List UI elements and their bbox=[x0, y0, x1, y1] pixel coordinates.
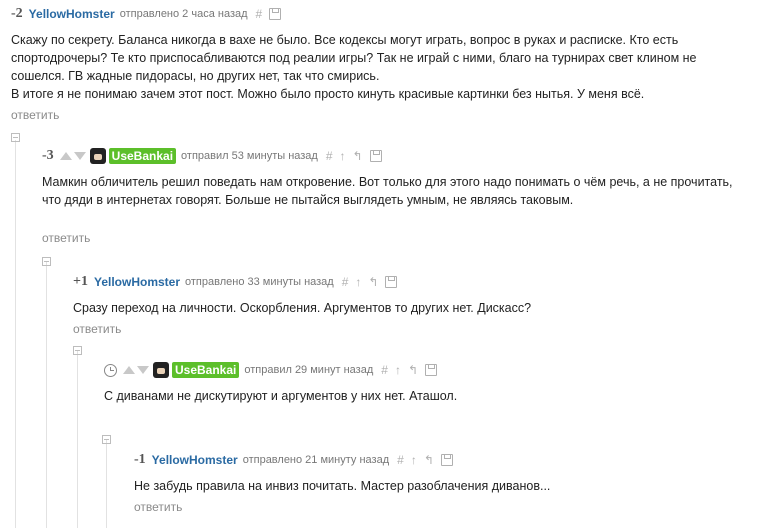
comment-rating: +1 bbox=[73, 274, 88, 289]
permalink-icon[interactable]: # bbox=[381, 363, 388, 377]
comment-body: Мамкин обличитель решил поведать нам отк… bbox=[42, 173, 764, 209]
comment-header: -3 UseBankai отправил 53 минуты назад # … bbox=[42, 146, 764, 166]
reply-link[interactable]: ответить bbox=[134, 500, 754, 514]
comment-line: Скажу по секрету. Баланса никогда в вахе… bbox=[11, 33, 679, 47]
comment-header: -1 YellowHomster отправлено 21 минуту на… bbox=[134, 450, 754, 470]
collapse-toggle[interactable] bbox=[73, 346, 82, 355]
parent-link-icon[interactable]: ↰ bbox=[424, 453, 434, 467]
reply-link[interactable]: ответить bbox=[11, 108, 761, 122]
comment-timestamp: отправлено 2 часа назад bbox=[119, 8, 248, 20]
parent-link-icon[interactable]: ↰ bbox=[368, 275, 378, 289]
comment-line: спортодрочеры? Те кто приспосабливаются … bbox=[11, 51, 697, 65]
comment-timestamp: отправил 53 минуты назад bbox=[181, 150, 318, 162]
save-icon[interactable] bbox=[385, 276, 398, 288]
thread-line bbox=[15, 140, 16, 528]
comment-timestamp: отправлено 21 минуту назад bbox=[242, 454, 390, 466]
comment-rating: -1 bbox=[134, 452, 146, 467]
up-arrow-icon[interactable]: ↑ bbox=[355, 275, 361, 289]
save-icon[interactable] bbox=[269, 8, 282, 20]
upvote-icon[interactable] bbox=[123, 366, 135, 374]
comment-line: Не забудь правила на инвиз почитать. Мас… bbox=[134, 479, 551, 493]
username[interactable]: YellowHomster bbox=[152, 453, 238, 467]
comment-line: сошелся. ГВ жадные пидорасы, но других н… bbox=[11, 69, 380, 83]
username[interactable]: YellowHomster bbox=[94, 275, 180, 289]
downvote-icon[interactable] bbox=[137, 366, 149, 374]
username[interactable]: UseBankai bbox=[108, 148, 177, 164]
clock-icon bbox=[104, 363, 117, 377]
permalink-icon[interactable]: # bbox=[397, 453, 404, 467]
comment: +1 YellowHomster отправлено 33 минуты на… bbox=[73, 272, 753, 336]
comment-rating: -3 bbox=[42, 148, 54, 163]
comment-header: +1 YellowHomster отправлено 33 минуты на… bbox=[73, 272, 753, 292]
avatar[interactable] bbox=[153, 362, 169, 378]
comment-header: UseBankai отправил 29 минут назад # ↑ ↰ bbox=[104, 360, 754, 380]
username[interactable]: YellowHomster bbox=[29, 7, 115, 21]
comment-header: -2 YellowHomster отправлено 2 часа назад… bbox=[11, 4, 761, 24]
thread-line bbox=[77, 350, 78, 528]
permalink-icon[interactable]: # bbox=[342, 275, 349, 289]
parent-link-icon[interactable]: ↰ bbox=[353, 149, 363, 163]
comment: -2 YellowHomster отправлено 2 часа назад… bbox=[11, 4, 761, 122]
comment-line: В итоге я не понимаю зачем этот пост. Мо… bbox=[11, 87, 645, 101]
up-arrow-icon[interactable]: ↑ bbox=[340, 149, 346, 163]
comment: -1 YellowHomster отправлено 21 минуту на… bbox=[134, 450, 754, 514]
avatar[interactable] bbox=[89, 148, 106, 164]
upvote-icon[interactable] bbox=[59, 152, 72, 160]
collapse-toggle[interactable] bbox=[11, 133, 20, 142]
collapse-toggle[interactable] bbox=[102, 435, 111, 444]
parent-link-icon[interactable]: ↰ bbox=[408, 363, 418, 377]
collapse-toggle[interactable] bbox=[42, 257, 51, 266]
comment: -3 UseBankai отправил 53 минуты назад # … bbox=[42, 146, 764, 245]
vote-buttons bbox=[59, 152, 86, 160]
comment-body: Сразу переход на личности. Оскорбления. … bbox=[73, 299, 753, 317]
thread-line bbox=[46, 262, 47, 528]
vote-buttons bbox=[123, 366, 149, 374]
comment-timestamp: отправил 29 минут назад bbox=[244, 364, 374, 376]
thread-line bbox=[106, 440, 107, 528]
comment-body: Скажу по секрету. Баланса никогда в вахе… bbox=[11, 31, 761, 103]
permalink-icon[interactable]: # bbox=[256, 7, 263, 21]
comment-line: Мамкин обличитель решил поведать нам отк… bbox=[42, 175, 733, 189]
comment-body: С диванами не дискутируют и аргументов у… bbox=[104, 387, 754, 405]
comment: UseBankai отправил 29 минут назад # ↑ ↰ … bbox=[104, 360, 754, 405]
save-icon[interactable] bbox=[369, 150, 382, 162]
comment-body: Не забудь правила на инвиз почитать. Мас… bbox=[134, 477, 754, 495]
comment-timestamp: отправлено 33 минуты назад bbox=[185, 276, 334, 288]
username[interactable]: UseBankai bbox=[172, 362, 240, 378]
comment-line: что дяди в интернетах говорят. Больше не… bbox=[42, 193, 574, 207]
downvote-icon[interactable] bbox=[73, 152, 86, 160]
reply-link[interactable]: ответить bbox=[73, 322, 753, 336]
comment-rating: -2 bbox=[11, 6, 23, 21]
permalink-icon[interactable]: # bbox=[326, 149, 333, 163]
comment-line: Сразу переход на личности. Оскорбления. … bbox=[73, 301, 532, 315]
up-arrow-icon[interactable]: ↑ bbox=[411, 453, 417, 467]
save-icon[interactable] bbox=[425, 364, 438, 376]
save-icon[interactable] bbox=[440, 454, 453, 466]
up-arrow-icon[interactable]: ↑ bbox=[395, 363, 401, 377]
reply-link[interactable]: ответить bbox=[42, 231, 764, 245]
comment-line: С диванами не дискутируют и аргументов у… bbox=[104, 389, 458, 403]
